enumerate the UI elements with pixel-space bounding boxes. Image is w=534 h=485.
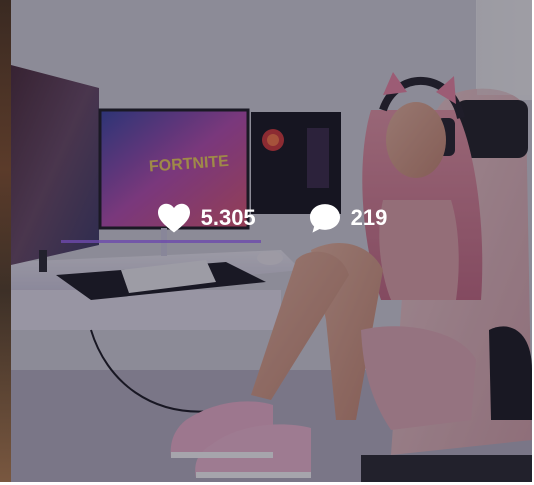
comments-stat[interactable]: 219 — [308, 202, 388, 234]
speech-bubble-icon — [309, 204, 340, 233]
adjacent-tile-edge — [0, 0, 11, 485]
heart-icon — [157, 203, 190, 233]
comments-count: 219 — [350, 205, 388, 230]
post-stats: 5.305 219 — [11, 202, 532, 234]
hover-overlay — [11, 0, 532, 482]
likes-count: 5.305 — [200, 205, 256, 230]
likes-stat[interactable]: 5.305 — [156, 202, 256, 234]
post-thumbnail[interactable]: FORTNITE 5.305 219 — [11, 0, 532, 482]
